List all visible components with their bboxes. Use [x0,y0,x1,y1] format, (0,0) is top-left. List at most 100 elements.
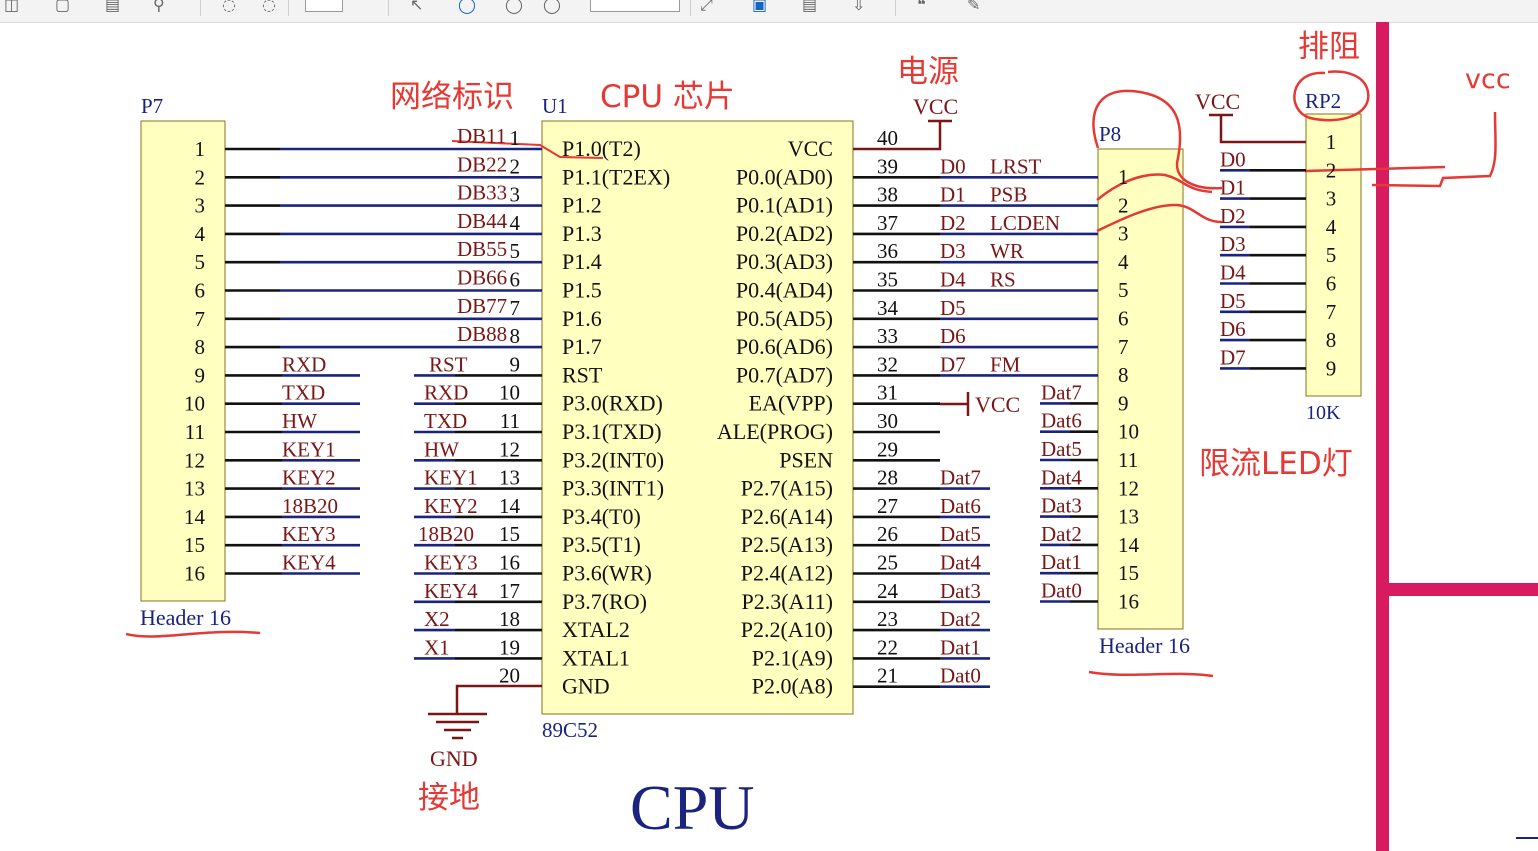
u1-right-pin-number: 27 [877,494,898,518]
u1-left-pin-number: 10 [499,381,520,405]
u1-right-pin-number: 39 [877,154,898,178]
p8-name: Header 16 [1099,633,1190,658]
sheet-title: CPU [630,772,755,843]
zoom-in-icon[interactable]: ◯ [543,0,561,14]
u1-p0-function-label: LRST [990,154,1042,178]
u1-net-label: DB11 [457,124,506,148]
u1-net-label: KEY1 [424,466,478,490]
p8-net-label: Dat5 [1041,437,1082,461]
nav-prev-icon[interactable]: ◌ [222,0,236,14]
zoom-out-icon[interactable]: ◯ [505,0,523,14]
p8-pin-number: 12 [1118,476,1139,500]
p7-pin-number: 5 [195,250,206,274]
pin-icon[interactable]: ◫ [4,0,19,14]
u1-left-pin-number: 3 [510,183,521,207]
u1-net-label: HW [424,437,459,461]
p8-ref: P8 [1099,122,1121,146]
u1-right-pin-number: 22 [877,635,898,659]
fit-icon[interactable]: ⤢ [700,0,713,14]
p8-pin-number: 8 [1118,363,1129,387]
u1-net-label: X1 [424,635,450,659]
p7-net-label: KEY2 [282,466,336,490]
u1-net-label: KEY4 [424,579,478,603]
u1-right-pin-name: P0.1(AD1) [736,193,833,218]
sign-icon[interactable]: ✎ [967,0,980,14]
annotation-cpu-chip: CPU 芯片 [600,79,735,115]
cursor-icon[interactable]: ↖ [410,0,423,14]
u1-p0-net-label: D1 [940,183,966,207]
u1-left-pin-name: P1.3 [562,221,602,246]
u1-right-pin-number: 40 [877,126,898,150]
page-icon[interactable]: ▣ [752,0,767,14]
p7-net-label: KEY1 [282,437,336,461]
u1-right-pin-name: P0.4(AD4) [736,278,833,303]
zoom-input[interactable] [590,0,680,12]
p7-body [140,120,226,602]
vcc-symbol-ea [940,392,970,416]
u1-right-pin-name: P2.6(A14) [741,504,833,529]
page-number-input[interactable] [305,0,343,12]
u1-net-label: RXD [424,381,468,405]
u1-left-pin-number: 4 [510,211,521,235]
toolbar-separator [388,0,389,16]
u1-left-pin-name: P3.0(RXD) [562,391,663,416]
u1-right-pin-name: P0.6(AD6) [736,334,833,359]
u1-right-pin-number: 38 [877,183,898,207]
p8-net-label: Dat2 [1041,522,1082,546]
p7-pin-number: 11 [185,420,205,444]
rp2-pin-number: 5 [1326,243,1337,267]
p7-name: Header 16 [140,605,231,630]
u1-net-label: KEY2 [424,494,478,518]
open-icon[interactable]: ▢ [55,0,70,14]
u1-right-pin-name: P0.0(AD0) [736,164,833,189]
vcc-label-rp2: VCC [1195,89,1240,114]
search-icon[interactable]: ⚲ [153,0,165,14]
u1-right-pin-name: PSEN [779,447,833,472]
p7-pin-number: 8 [195,335,206,359]
rp2-net-label: D2 [1220,204,1246,228]
u1-right-pin-name: VCC [788,136,833,161]
u1-right-pin-number: 36 [877,239,898,263]
u1-left-pin-name: P1.0(T2) [562,136,641,161]
comment-icon[interactable]: ❝ [917,0,926,14]
hand-icon[interactable]: ⇩ [852,0,865,14]
vcc-symbol-u1 [853,119,952,151]
annotation-resistor-array: 排阻 [1298,29,1360,65]
p8-pin-number: 2 [1118,193,1129,217]
u1-right-pin-name: P2.5(A13) [741,532,833,557]
nav-next-icon[interactable]: ◌ [262,0,276,14]
annotation-vcc-hand: vcc [1465,64,1511,95]
p8-pin-number: 4 [1118,250,1129,274]
u1-net-label: DB55 [457,237,507,261]
u1-left-pin-name: P1.4 [562,249,602,274]
u1-p0-net-label: D0 [940,154,966,178]
u1-left-pin-number: 14 [499,494,521,518]
u1-left-pin-number: 9 [510,352,521,376]
rp2-pin-number: 9 [1326,356,1337,380]
u1-right-pin-number: 25 [877,551,898,575]
p8-pin-number: 9 [1118,391,1129,415]
zoom-circle-icon[interactable]: ◯ [458,0,476,14]
u1-p2-net-label: Dat2 [940,607,981,631]
u1-left-pin-name: P3.3(INT1) [562,476,664,501]
p8-pin-number: 13 [1118,505,1139,529]
u1-right-pin-number: 33 [877,324,898,348]
u1-right-pin-name: P2.2(A10) [741,617,833,642]
u1-net-label: DB88 [457,322,507,346]
u1-net-label: RST [429,352,468,376]
save-icon[interactable]: ▤ [105,0,120,14]
rotate-icon[interactable]: ▤ [802,0,817,14]
u1-p0-function-label: WR [990,239,1024,263]
u1-p0-net-label: D6 [940,324,966,348]
u1-net-label: X2 [424,607,450,631]
rp2-pin-number: 2 [1326,158,1337,182]
p8-net-label: Dat4 [1041,465,1082,489]
u1-left-pin-name: GND [562,674,610,699]
u1-left-pin-name: P1.5 [562,278,602,303]
u1-left-pin-number: 11 [500,409,520,433]
rp2-pin-number: 6 [1326,272,1337,296]
u1-p0-function-label: FM [990,352,1021,376]
u1-right-pin-number: 35 [877,268,898,292]
u1-left-pin-name: P1.2 [562,193,602,218]
u1-right-pin-number: 21 [877,664,898,688]
